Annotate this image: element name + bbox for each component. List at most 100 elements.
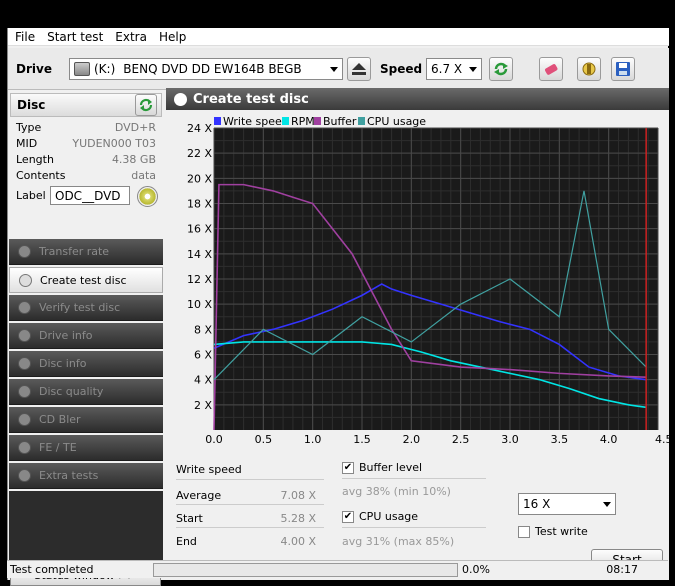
nav-item-fe-te[interactable]: FE / TE	[9, 435, 163, 461]
divider	[176, 527, 324, 528]
settings-button[interactable]	[577, 57, 601, 81]
disc-mid-key: MID	[16, 137, 38, 150]
nav-item-verify-test-disc[interactable]: Verify test disc	[9, 295, 163, 321]
panel-title: Create test disc	[193, 91, 309, 107]
y-tick-label: 2 X	[194, 399, 212, 412]
eraser-icon	[545, 64, 558, 75]
nav-item-icon	[18, 385, 31, 398]
drive-name: BENQ DVD DD EW164B BEGB	[123, 62, 302, 76]
eject-icon	[352, 63, 366, 75]
menu-extra[interactable]: Extra	[108, 30, 152, 44]
status-text: Test completed	[10, 563, 94, 576]
menu-help[interactable]: Help	[152, 30, 191, 44]
save-button[interactable]	[611, 57, 635, 81]
sidebar: Disc Type DVD+R MID YUDEN000 T03 Length …	[8, 91, 164, 586]
buffer-level-checkbox[interactable]: ✔	[342, 462, 354, 474]
nav-item-label: Create test disc	[40, 273, 127, 287]
x-tick-label: 3.5	[551, 433, 569, 446]
divider	[342, 478, 486, 479]
nav-item-icon	[18, 413, 31, 426]
legend-swatch	[282, 117, 289, 125]
nav-item-label: Disc info	[39, 357, 87, 370]
elapsed-time: 08:17	[606, 563, 638, 576]
nav-item-create-test-disc[interactable]: Create test disc	[9, 267, 163, 293]
nav-item-disc-info[interactable]: Disc info	[9, 351, 163, 377]
chevron-down-icon	[469, 67, 477, 72]
legend-swatch	[314, 117, 321, 125]
disc-contents-key: Contents	[16, 169, 66, 182]
disc-mid-value: YUDEN000 T03	[72, 137, 156, 150]
nav-item-label: Verify test disc	[39, 301, 121, 314]
y-tick-label: 10 X	[187, 298, 212, 311]
refresh-icon	[139, 98, 153, 112]
speed-select[interactable]: 6.7 X	[426, 58, 482, 80]
save-icon	[616, 62, 630, 76]
app-window: File Start test Extra Help Drive (K:) BE…	[7, 28, 675, 586]
buffer-average: avg 38% (min 10%)	[342, 485, 451, 498]
nav-item-cd-bler[interactable]: CD Bler	[9, 407, 163, 433]
write-speed-heading: Write speed	[176, 463, 242, 476]
disc-label-field[interactable]: ODC__DVD	[50, 186, 130, 205]
drive-label: Drive	[16, 62, 52, 76]
x-tick-label: 4.5 GB	[655, 433, 669, 446]
y-tick-label: 22 X	[187, 147, 212, 160]
y-tick-label: 6 X	[194, 349, 212, 362]
y-tick-label: 12 X	[187, 273, 212, 286]
x-tick-label: 0.0	[205, 433, 223, 446]
test-write-checkbox[interactable]	[518, 526, 530, 538]
chevron-down-icon	[330, 67, 338, 72]
start-value: 5.28 X	[280, 512, 316, 525]
write-speed-select[interactable]: 16 X	[518, 493, 616, 515]
x-tick-label: 1.0	[304, 433, 322, 446]
x-tick-label: 4.0	[600, 433, 618, 446]
disc-type-key: Type	[16, 121, 42, 134]
drive-select[interactable]: (K:) BENQ DVD DD EW164B BEGB	[69, 58, 343, 80]
x-tick-label: 1.5	[353, 433, 371, 446]
refresh-icon	[494, 62, 508, 76]
legend-label: Write speed	[223, 115, 289, 128]
nav-item-label: FE / TE	[39, 441, 77, 454]
nav-filler	[9, 491, 163, 561]
disc-refresh-button[interactable]	[135, 94, 157, 116]
erase-button[interactable]	[539, 57, 563, 81]
menu-file[interactable]: File	[8, 30, 40, 44]
refresh-button[interactable]	[489, 57, 513, 81]
disc-length-key: Length	[16, 153, 54, 166]
disc-icon	[174, 92, 187, 106]
cpu-usage-checkbox[interactable]: ✔	[342, 511, 354, 523]
menu-start-test[interactable]: Start test	[40, 30, 108, 44]
nav-item-label: Extra tests	[39, 469, 99, 482]
main-panel: Create test disc 0.0 0.5 1.0 1.5 2.0 2.5 3.0 3.…	[166, 88, 675, 580]
nav-item-extra-tests[interactable]: Extra tests	[9, 463, 163, 489]
buffer-level-label: Buffer level	[359, 461, 423, 474]
disc-type-value: DVD+R	[114, 121, 156, 134]
legend-label: RPM	[291, 115, 315, 128]
average-label: Average	[176, 489, 222, 502]
progress-bar	[153, 563, 458, 577]
x-tick-label: 3.0	[501, 433, 519, 446]
disc-contents-value: data	[131, 169, 156, 182]
nav-item-label: Drive info	[39, 329, 93, 342]
legend-label: CPU usage	[367, 115, 426, 128]
test-write-label: Test write	[535, 525, 588, 538]
start-label: Start	[176, 512, 203, 525]
y-tick-label: 24 X	[187, 122, 212, 135]
toolbar: Drive (K:) BENQ DVD DD EW164B BEGB Speed…	[8, 48, 669, 90]
divider	[176, 479, 324, 480]
panel-title-bar: Create test disc	[166, 88, 669, 110]
nav-item-drive-info[interactable]: Drive info	[9, 323, 163, 349]
nav-item-transfer-rate[interactable]: Transfer rate	[9, 239, 163, 265]
eject-button[interactable]	[347, 57, 371, 81]
x-tick-label: 2.0	[403, 433, 421, 446]
nav-item-icon	[18, 301, 31, 314]
disc-label-key: Label	[16, 189, 46, 202]
write-speed-chart: 0.0 0.5 1.0 1.5 2.0 2.5 3.0 3.5 4.0 4.5 GB 2 X 4 X 6…	[187, 115, 675, 446]
cpu-usage-label: CPU usage	[359, 510, 419, 523]
nav-item-disc-quality[interactable]: Disc quality	[9, 379, 163, 405]
x-tick-label: 0.5	[255, 433, 273, 446]
checkmark-icon: ✔	[343, 462, 353, 473]
y-tick-label: 20 X	[187, 172, 212, 185]
disc-image-icon[interactable]	[137, 186, 158, 207]
y-tick-label: 8 X	[194, 323, 212, 336]
y-tick-label: 4 X	[194, 374, 212, 387]
